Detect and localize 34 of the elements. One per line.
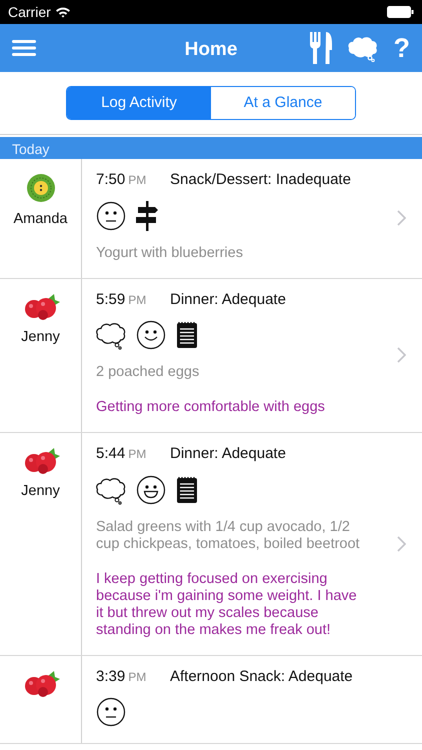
meal-note: Yogurt with blueberries bbox=[96, 244, 244, 262]
smiley-face-icon bbox=[136, 320, 166, 350]
user-name: Jenny bbox=[21, 328, 60, 346]
entry-time: 5:44 PM bbox=[96, 444, 148, 464]
meal-note: 2 poached eggs bbox=[96, 364, 200, 381]
segment-tab[interactable]: Log Activity bbox=[67, 87, 211, 119]
meal-title: Dinner: Adequate bbox=[170, 290, 286, 310]
neutral-face-icon bbox=[96, 200, 126, 230]
button-avatar-icon bbox=[26, 173, 56, 203]
menu-icon[interactable] bbox=[12, 39, 36, 57]
help-button[interactable]: ? bbox=[394, 34, 410, 62]
meal-note: Salad greens with 1/4 cup avocado, 1/2 cup chickpeas, tomatoes, boiled beetroot bbox=[96, 518, 361, 552]
user-name: Amanda bbox=[13, 210, 68, 229]
neutral-face-icon bbox=[96, 697, 126, 727]
battery-icon bbox=[387, 6, 414, 18]
comment-text: Getting more comfortable with eggs bbox=[96, 399, 326, 416]
meal-title: Afternoon Snack: Adequate bbox=[170, 666, 353, 686]
carrier-label: Carrier bbox=[8, 2, 51, 22]
entry-time: 3:39 PM bbox=[96, 666, 148, 686]
fork-and-knife-icon[interactable] bbox=[310, 32, 332, 64]
meal-title: Dinner: Adequate bbox=[170, 444, 286, 464]
notepad-icon bbox=[176, 321, 198, 349]
entry-time: 5:59 PM bbox=[96, 290, 148, 310]
comment-text: I keep getting focused on exercising because i'm gaining some weight. I have it but threw out my scales because standing on the makes me freak out! bbox=[96, 570, 358, 638]
thought-bubble-icon bbox=[96, 320, 126, 350]
notepad-icon bbox=[176, 476, 198, 504]
screen-title: Home bbox=[184, 38, 238, 62]
signpost-icon bbox=[136, 200, 158, 230]
wifi-icon bbox=[54, 6, 71, 18]
meal-title: Snack/Dessert: Inadequate bbox=[170, 170, 351, 190]
entry-time: 7:50 PM bbox=[96, 170, 148, 190]
grinning-face-icon bbox=[136, 474, 166, 504]
user-name: Jenny bbox=[21, 482, 60, 501]
section-header: Today bbox=[0, 137, 422, 159]
